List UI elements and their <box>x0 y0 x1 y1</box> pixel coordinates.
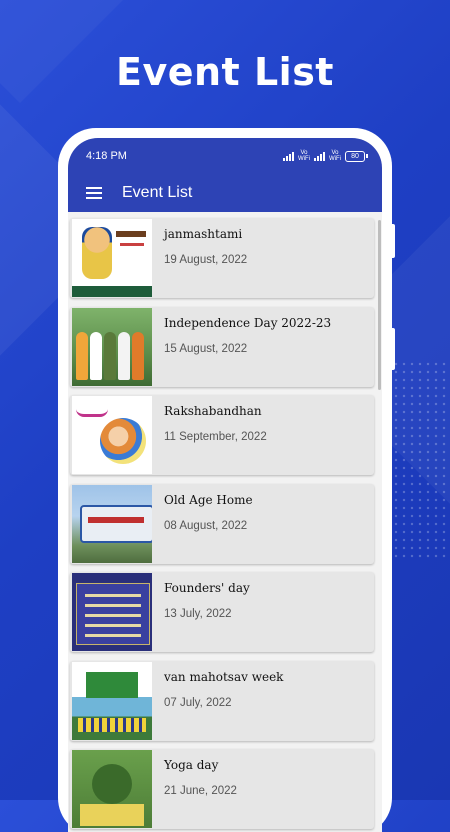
battery-icon: 80 <box>345 150 368 162</box>
event-card[interactable]: van mahotsav week 07 July, 2022 <box>70 660 374 741</box>
promo-headline: Event List <box>116 50 334 94</box>
event-card[interactable]: Old Age Home 08 August, 2022 <box>70 483 374 564</box>
event-title: Rakshabandhan <box>164 404 262 418</box>
event-date: 21 June, 2022 <box>164 785 237 797</box>
status-bar: 4:18 PM Vo WiFi Vo WiFi 80 <box>68 138 382 174</box>
app-bar-title: Event List <box>122 184 193 201</box>
phone-frame: 4:18 PM Vo WiFi Vo WiFi 80 Event List janm… <box>62 132 395 832</box>
event-thumbnail <box>72 219 152 297</box>
event-title: janmashtami <box>164 227 243 241</box>
signal-icon <box>314 151 325 161</box>
event-card[interactable]: janmashtami 19 August, 2022 <box>70 218 374 298</box>
event-title: van mahotsav week <box>164 669 284 684</box>
event-title: Founders' day <box>164 581 250 595</box>
event-date: 11 September, 2022 <box>164 431 267 443</box>
event-thumbnail <box>72 661 152 740</box>
event-thumbnail <box>72 750 152 828</box>
event-card[interactable]: Yoga day 21 June, 2022 <box>70 749 374 829</box>
event-thumbnail <box>72 307 152 386</box>
vowifi-icon: Vo WiFi <box>298 150 310 162</box>
hamburger-menu-icon[interactable] <box>86 187 102 199</box>
event-date: 15 August, 2022 <box>164 342 248 355</box>
status-icons: Vo WiFi Vo WiFi 80 <box>283 150 368 162</box>
event-date: 07 July, 2022 <box>164 696 232 709</box>
event-card[interactable]: Independence Day 2022-23 15 August, 2022 <box>70 306 374 387</box>
event-date: 19 August, 2022 <box>164 254 248 266</box>
vowifi-icon: Vo WiFi <box>329 150 341 162</box>
event-thumbnail <box>72 396 152 474</box>
event-card[interactable]: Rakshabandhan 11 September, 2022 <box>70 395 374 475</box>
event-card[interactable]: Founders' day 13 July, 2022 <box>70 572 374 652</box>
event-date: 08 August, 2022 <box>164 519 248 532</box>
event-date: 13 July, 2022 <box>164 608 232 620</box>
status-time: 4:18 PM <box>86 150 127 162</box>
event-title: Yoga day <box>164 758 219 772</box>
event-title: Old Age Home <box>164 492 253 507</box>
app-bar: Event List <box>68 174 382 212</box>
event-list[interactable]: janmashtami 19 August, 2022 Independence… <box>68 212 382 829</box>
phone-side-button <box>390 224 395 258</box>
phone-side-button <box>390 328 395 370</box>
scrollbar[interactable] <box>378 220 381 390</box>
phone-screen: 4:18 PM Vo WiFi Vo WiFi 80 Event List janm… <box>68 138 382 832</box>
event-thumbnail <box>72 573 152 651</box>
signal-icon <box>283 151 294 161</box>
event-thumbnail <box>72 484 152 563</box>
event-title: Independence Day 2022-23 <box>164 315 332 330</box>
